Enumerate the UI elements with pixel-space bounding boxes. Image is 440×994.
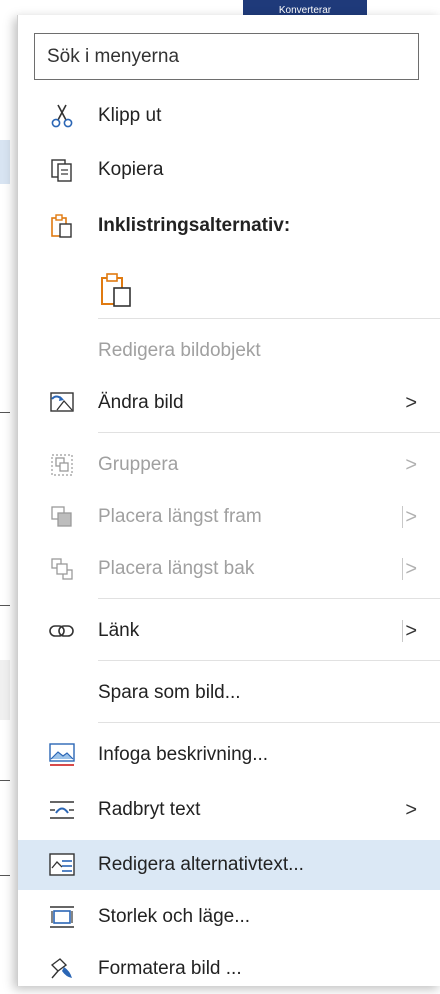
menu-item-copy[interactable]: Kopiera [18, 145, 440, 195]
menu-item-edit-alt-text[interactable]: Redigera alternativtext... [18, 840, 440, 890]
menu-item-label: Kopiera [98, 159, 164, 180]
clipboard-icon [48, 212, 76, 240]
separator [98, 598, 440, 599]
chevron-right-icon: > [405, 391, 417, 414]
bring-front-icon [48, 503, 76, 531]
menu-item-label: Formatera bild ... [98, 958, 242, 979]
copy-icon [48, 156, 76, 184]
menu-item-label: Spara som bild... [98, 682, 241, 703]
menu-item-label: Radbryt text [98, 799, 201, 820]
split-divider [402, 558, 403, 580]
background-tab [0, 660, 10, 720]
menu-item-insert-caption[interactable]: Infoga beskrivning... [18, 730, 440, 780]
menu-item-link[interactable]: Länk > [18, 606, 440, 656]
separator [98, 660, 440, 661]
background-line [0, 605, 10, 606]
separator [98, 432, 440, 433]
format-picture-icon [48, 955, 76, 983]
separator [98, 318, 440, 319]
menu-item-paste-options: Inklistringsalternativ: [18, 201, 440, 251]
menu-item-label: Inklistringsalternativ: [98, 215, 291, 236]
background-tab [0, 140, 10, 184]
menu-item-change-picture[interactable]: Ändra bild > [18, 378, 440, 428]
menu-item-format-picture[interactable]: Formatera bild ... [18, 944, 440, 994]
caption-icon [48, 741, 76, 769]
alt-text-icon [48, 851, 76, 879]
size-position-icon [48, 903, 76, 931]
split-divider [402, 506, 403, 528]
change-picture-icon [48, 389, 76, 417]
menu-item-label: Infoga beskrivning... [98, 744, 269, 765]
wrap-text-icon [48, 796, 76, 824]
chevron-right-icon: > [405, 453, 417, 476]
search-input[interactable]: Sök i menyerna [34, 33, 419, 80]
menu-item-label: Placera längst bak [98, 558, 255, 579]
menu-item-label: Gruppera [98, 454, 179, 475]
menu-item-label: Storlek och läge... [98, 906, 251, 927]
group-icon [48, 451, 76, 479]
background-line [0, 780, 10, 781]
menu-item-wrap-text[interactable]: Radbryt text > [18, 785, 440, 835]
menu-item-label: Ändra bild [98, 392, 184, 413]
menu-item-cut[interactable]: Klipp ut [18, 91, 440, 141]
chevron-right-icon: > [405, 557, 417, 580]
paste-keep-picture-button[interactable] [96, 270, 136, 310]
chevron-right-icon: > [405, 619, 417, 642]
menu-item-label: Redigera alternativtext... [98, 854, 304, 875]
background-line [0, 875, 10, 876]
separator [98, 722, 440, 723]
menu-item-bring-to-front: Placera längst fram > [18, 492, 440, 542]
chevron-right-icon: > [405, 505, 417, 528]
menu-item-edit-picture-object: Redigera bildobjekt [18, 326, 440, 376]
menu-item-label: Placera längst fram [98, 506, 262, 527]
context-menu: Sök i menyerna Klipp ut Kopiera Inklistr… [17, 15, 440, 986]
scissors-icon [48, 102, 76, 130]
background-line [0, 412, 10, 413]
menu-item-save-as-picture[interactable]: Spara som bild... [18, 668, 440, 718]
send-back-icon [48, 555, 76, 583]
chevron-right-icon: > [405, 798, 417, 821]
menu-item-size-position[interactable]: Storlek och läge... [18, 892, 440, 942]
menu-item-label: Klipp ut [98, 105, 162, 126]
menu-item-group: Gruppera > [18, 440, 440, 490]
clipboard-icon [101, 273, 131, 307]
menu-item-label: Redigera bildobjekt [98, 340, 261, 361]
menu-item-send-to-back: Placera längst bak > [18, 544, 440, 594]
split-divider [402, 620, 403, 642]
link-icon [48, 617, 76, 645]
menu-item-label: Länk [98, 620, 140, 641]
